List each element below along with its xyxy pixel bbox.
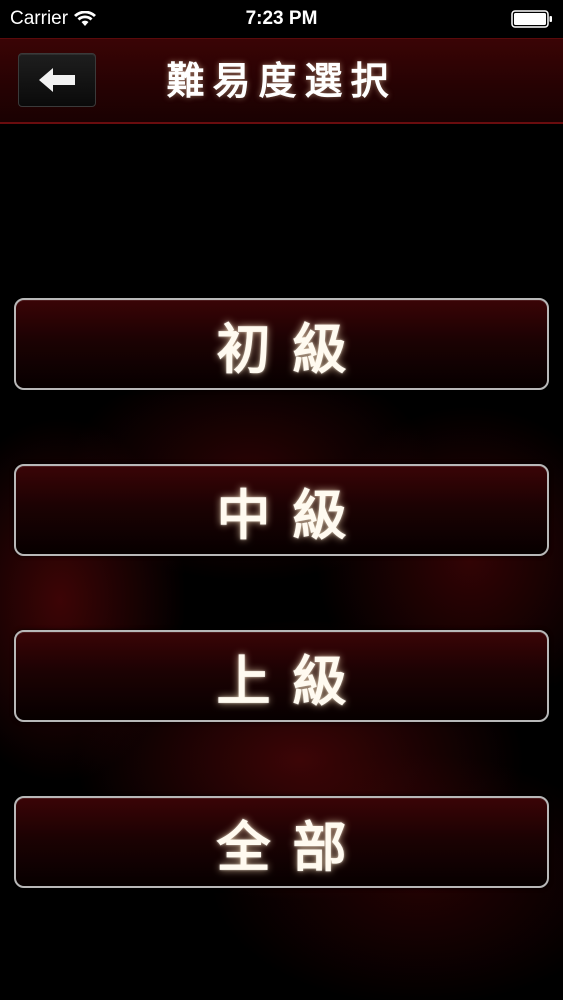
status-bar: Carrier 7:23 PM xyxy=(0,0,563,38)
difficulty-beginner-button[interactable]: 初級 xyxy=(14,298,549,390)
battery-icon xyxy=(511,10,552,28)
difficulty-label: 初級 xyxy=(216,316,369,381)
back-arrow-icon xyxy=(39,68,75,92)
back-button[interactable] xyxy=(18,53,96,107)
difficulty-label: 中級 xyxy=(216,482,369,547)
difficulty-advanced-button[interactable]: 上級 xyxy=(14,630,549,722)
status-time: 7:23 PM xyxy=(245,8,318,29)
navigation-bar: 難易度選択 xyxy=(0,38,563,124)
page-title: 難易度選択 xyxy=(166,58,397,103)
difficulty-label: 全部 xyxy=(216,814,369,879)
difficulty-all-button[interactable]: 全部 xyxy=(14,796,549,888)
difficulty-intermediate-button[interactable]: 中級 xyxy=(14,464,549,556)
screen: Carrier 7:23 PM 難易度選択 初級 中級 上級 全部 xyxy=(0,0,563,1000)
difficulty-label: 上級 xyxy=(216,648,369,713)
